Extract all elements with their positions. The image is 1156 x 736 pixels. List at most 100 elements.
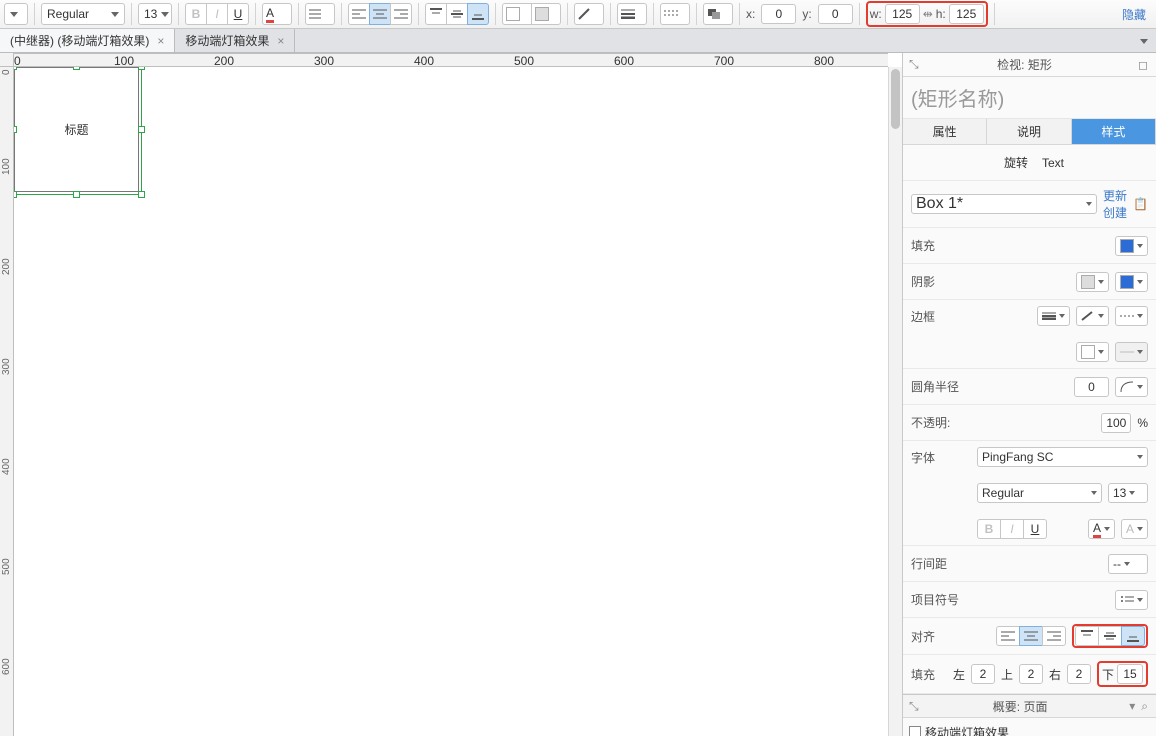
y-input[interactable]: [818, 4, 853, 24]
v-align-panel: [1075, 626, 1145, 646]
expand-icon[interactable]: ◻: [1138, 58, 1148, 72]
valign-bot-button[interactable]: [467, 3, 489, 25]
pad-right-input[interactable]: [1067, 664, 1091, 684]
linespacing-label: 行间距: [911, 555, 971, 572]
y-label: y:: [802, 7, 811, 21]
valign-t[interactable]: [1075, 626, 1099, 646]
fill-select[interactable]: [1115, 236, 1148, 256]
shadow-button[interactable]: [531, 3, 561, 25]
x-label: x:: [746, 7, 755, 21]
horizontal-ruler: 0100200300400500600700800: [14, 53, 888, 67]
tree-page[interactable]: 移动端灯箱效果: [903, 722, 1156, 736]
align-left-button[interactable]: [348, 3, 370, 25]
list-button[interactable]: [305, 3, 335, 25]
valign-mid-button[interactable]: [446, 3, 468, 25]
wh-highlight: w: ⇹ h:: [866, 1, 988, 27]
canvas[interactable]: 标题: [14, 67, 888, 736]
top-toolbar: Regular 13 B I U A x: y: w: ⇹ h:: [0, 0, 1156, 29]
w-label: w:: [870, 7, 882, 21]
rotate-label: 旋转: [1004, 154, 1028, 171]
font-family-select[interactable]: PingFang SC: [977, 447, 1148, 467]
tab-menu-icon[interactable]: [1140, 39, 1148, 44]
vertical-ruler: 0100200300400500600: [0, 67, 14, 736]
hide-panel-link[interactable]: 隐藏: [1122, 6, 1146, 23]
inner-shadow-select[interactable]: [1115, 272, 1148, 292]
h-align-panel: [996, 626, 1066, 646]
shape-name-input[interactable]: (矩形名称): [903, 77, 1156, 119]
tab-1[interactable]: 移动端灯箱效果×: [175, 29, 295, 52]
create-link[interactable]: 创建: [1103, 204, 1127, 221]
bullets-label: 项目符号: [911, 591, 971, 608]
font-size-panel-select[interactable]: 13: [1108, 483, 1148, 503]
italic-button[interactable]: I: [206, 3, 228, 25]
border-width-button[interactable]: [617, 3, 647, 25]
outer-shadow-select[interactable]: [1076, 272, 1109, 292]
halign-r[interactable]: [1042, 626, 1066, 646]
bold-button[interactable]: B: [185, 3, 207, 25]
italic-panel-button[interactable]: I: [1000, 519, 1024, 539]
fill-button[interactable]: [502, 3, 532, 25]
bullets-select[interactable]: [1115, 590, 1148, 610]
valign-b[interactable]: [1121, 626, 1145, 646]
halign-c[interactable]: [1019, 626, 1043, 646]
filter-icon[interactable]: ▾: [1129, 699, 1135, 713]
search-icon[interactable]: ⌕: [1141, 699, 1148, 714]
radius-corner-select[interactable]: [1115, 377, 1148, 397]
opacity-input[interactable]: [1101, 413, 1131, 433]
style-select[interactable]: [4, 3, 28, 25]
tab-0[interactable]: (中继器) (移动端灯箱效果)×: [0, 29, 175, 52]
tab-attributes[interactable]: 属性: [903, 119, 987, 144]
font-weight-select[interactable]: Regular: [41, 3, 125, 25]
halign-l[interactable]: [996, 626, 1020, 646]
document-tabs: (中继器) (移动端灯箱效果)× 移动端灯箱效果×: [0, 29, 1156, 53]
pad-left-input[interactable]: [971, 664, 995, 684]
x-input[interactable]: [761, 4, 796, 24]
h-label: h:: [936, 7, 946, 21]
pad-bottom-input[interactable]: [1117, 664, 1143, 684]
border-width-select[interactable]: [1037, 306, 1070, 326]
font-weight-panel-select[interactable]: Regular: [977, 483, 1102, 503]
fill-label: 填充: [911, 237, 971, 254]
close-icon[interactable]: ×: [157, 34, 164, 48]
radius-input[interactable]: [1074, 377, 1109, 397]
copy-style-icon[interactable]: 📋: [1133, 197, 1148, 211]
h-input[interactable]: [949, 4, 984, 24]
pad-top-input[interactable]: [1019, 664, 1043, 684]
linespacing-select[interactable]: --: [1108, 554, 1148, 574]
border-vis-select[interactable]: [1076, 342, 1109, 362]
pin-icon[interactable]: ⤡: [909, 699, 919, 714]
canvas-area: 0100200300400500600700800 01002003004005…: [0, 53, 902, 736]
valign-top-button[interactable]: [425, 3, 447, 25]
border-side-select[interactable]: [1115, 342, 1148, 362]
lock-icon[interactable]: ⇹: [923, 7, 933, 21]
border-style-select[interactable]: [1115, 306, 1148, 326]
align-center-button[interactable]: [369, 3, 391, 25]
page-icon: [909, 726, 921, 736]
text-color-panel-select[interactable]: A: [1088, 519, 1115, 539]
align-label: 对齐: [911, 628, 971, 645]
align-right-button[interactable]: [390, 3, 412, 25]
pin-icon[interactable]: ⤡: [909, 57, 919, 72]
text-shadow-select[interactable]: A: [1121, 519, 1148, 539]
inspector-panel: ⤡ 检视: 矩形 ◻ (矩形名称) 属性 说明 样式 旋转 Text Box 1…: [902, 53, 1156, 736]
underline-button[interactable]: U: [227, 3, 249, 25]
w-input[interactable]: [885, 4, 920, 24]
tab-style[interactable]: 样式: [1072, 119, 1156, 144]
font-size-select[interactable]: 13: [138, 3, 172, 25]
border-color-button[interactable]: [574, 3, 604, 25]
font-label: 字体: [911, 449, 971, 466]
shadow-label: 阴影: [911, 273, 971, 290]
border-style-button[interactable]: [660, 3, 690, 25]
valign-m[interactable]: [1098, 626, 1122, 646]
close-icon[interactable]: ×: [277, 34, 284, 48]
arrange-button[interactable]: [703, 3, 733, 25]
box-style-select[interactable]: Box 1*: [911, 194, 1097, 214]
underline-panel-button[interactable]: U: [1023, 519, 1047, 539]
vertical-scrollbar[interactable]: [888, 67, 902, 736]
selected-shape[interactable]: 标题: [14, 67, 139, 192]
border-color-select[interactable]: [1076, 306, 1109, 326]
tab-spec[interactable]: 说明: [987, 119, 1071, 144]
update-link[interactable]: 更新: [1103, 187, 1127, 204]
bold-panel-button[interactable]: B: [977, 519, 1001, 539]
text-color-button[interactable]: A: [262, 3, 292, 25]
